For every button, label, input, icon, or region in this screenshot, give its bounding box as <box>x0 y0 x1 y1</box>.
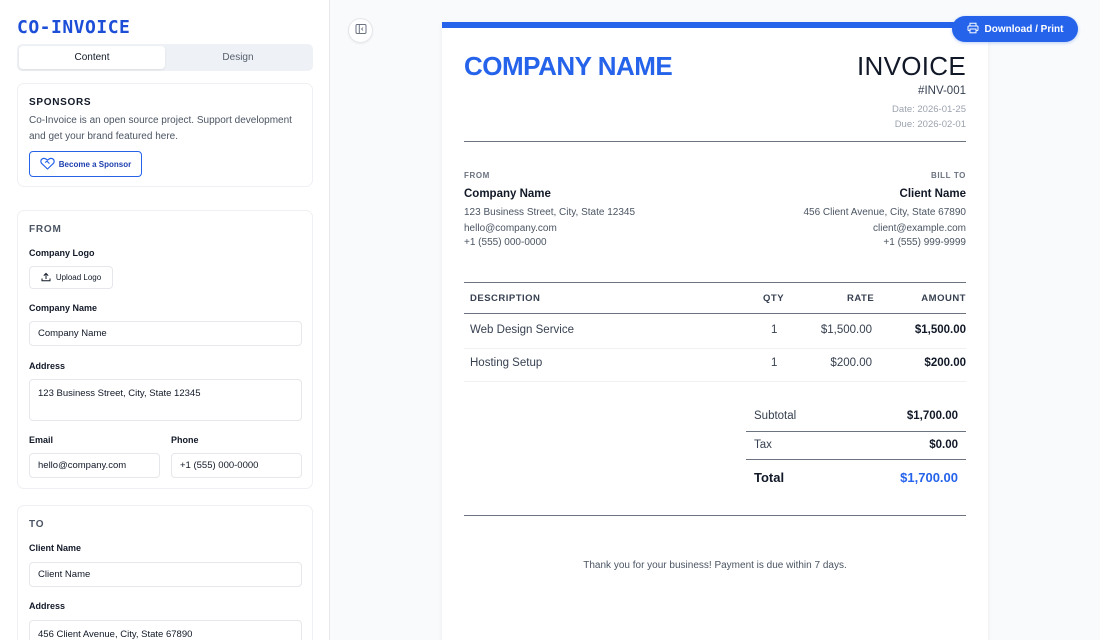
item-amount: $200.00 <box>924 357 966 369</box>
bill-to-address: 456 Client Avenue, City, State 67890 <box>803 207 966 218</box>
from-address: 123 Business Street, City, State 12345 <box>464 207 636 218</box>
email-input[interactable]: hello@company.com <box>29 453 160 478</box>
client-address-textarea[interactable]: 456 Client Avenue, City, State 67890 <box>29 620 302 640</box>
sponsors-text: Co-Invoice is an open source project. Su… <box>29 115 292 142</box>
subtotal-label: Subtotal <box>754 410 797 422</box>
company-name-label: Company Name <box>29 303 98 313</box>
invoice-date: Date: 2026-01-25 <box>892 104 966 115</box>
company-name-input[interactable]: Company Name <box>29 321 302 346</box>
app-brand: CO-INVOICE <box>17 17 131 38</box>
tab-design[interactable]: Design <box>165 46 311 69</box>
bill-to-email: client@example.com <box>873 223 966 234</box>
company-logo-label: Company Logo <box>29 248 95 258</box>
column-header-qty: QTY <box>763 293 785 304</box>
column-header-amount: AMOUNT <box>921 293 966 304</box>
upload-icon <box>41 272 51 284</box>
table-header-divider <box>464 313 966 314</box>
from-phone: +1 (555) 000-0000 <box>464 237 547 248</box>
printer-icon <box>967 22 979 37</box>
bill-to-name: Client Name <box>899 188 966 200</box>
client-name-input[interactable]: Client Name <box>29 562 302 587</box>
email-label: Email <box>29 435 54 445</box>
upload-logo-label: Upload Logo <box>55 273 102 282</box>
invoice-preview: COMPANY NAME INVOICE #INV-001 Date: 2026… <box>442 22 988 640</box>
phone-label: Phone <box>171 435 199 445</box>
tax-divider <box>746 459 966 460</box>
from-heading: FROM <box>464 171 490 180</box>
item-amount: $1,500.00 <box>914 324 966 336</box>
tax-value: $0.00 <box>929 439 958 451</box>
client-address-label: Address <box>29 601 66 611</box>
invoice-accent-bar <box>442 22 988 28</box>
item-description: Web Design Service <box>470 324 574 336</box>
upload-logo-button[interactable]: Upload Logo <box>29 266 113 289</box>
to-section-title: TO <box>29 519 45 530</box>
heart-handshake-icon <box>40 157 55 172</box>
tab-bar: Content Design <box>17 44 313 71</box>
invoice-due-date: Due: 2026-02-01 <box>894 119 966 130</box>
from-form-card: FROM Company Logo Upload Logo Company Na… <box>17 210 313 489</box>
column-header-description: DESCRIPTION <box>470 293 541 304</box>
invoice-company-title: COMPANY NAME <box>464 51 673 81</box>
invoice-footer-note: Thank you for your business! Payment is … <box>583 560 847 571</box>
tax-label: Tax <box>754 439 772 451</box>
become-sponsor-label: Become a Sponsor <box>58 159 132 169</box>
column-header-rate: RATE <box>847 293 875 304</box>
subtotal-value: $1,700.00 <box>906 410 958 422</box>
item-qty: 1 <box>771 357 778 369</box>
row-divider <box>464 381 966 382</box>
item-rate: $1,500.00 <box>820 324 872 336</box>
total-label: Total <box>754 470 785 485</box>
from-email: hello@company.com <box>464 223 557 234</box>
total-value: $1,700.00 <box>900 470 958 485</box>
item-description: Hosting Setup <box>470 357 543 369</box>
sponsors-card: SPONSORS Co-Invoice is an open source pr… <box>17 83 313 187</box>
item-qty: 1 <box>771 324 778 336</box>
from-section-title: FROM <box>29 224 62 235</box>
header-divider <box>464 141 966 142</box>
download-print-label: Download / Print <box>984 23 1064 35</box>
tab-content[interactable]: Content <box>19 46 165 69</box>
sponsors-title: SPONSORS <box>29 97 92 108</box>
sidebar-toggle-icon <box>355 22 367 40</box>
table-top-divider <box>464 282 966 283</box>
bill-to-heading: BILL TO <box>930 171 966 180</box>
phone-input[interactable]: +1 (555) 000-0000 <box>171 453 302 478</box>
sidebar-toggle-button[interactable] <box>348 18 373 43</box>
bill-to-phone: +1 (555) 999-9999 <box>883 237 966 248</box>
client-name-label: Client Name <box>29 543 82 553</box>
row-divider <box>464 348 966 349</box>
from-address-label: Address <box>29 361 66 371</box>
from-address-textarea[interactable]: 123 Business Street, City, State 12345 <box>29 379 302 421</box>
invoice-number: #INV-001 <box>918 85 966 97</box>
download-print-button[interactable]: Download / Print <box>952 16 1078 42</box>
sidebar: CO-INVOICE Content Design SPONSORS Co-In… <box>0 0 330 640</box>
subtotal-divider <box>746 431 966 432</box>
footer-divider <box>464 515 966 516</box>
to-form-card: TO Client Name Client Name Address 456 C… <box>17 505 313 640</box>
from-company-name: Company Name <box>464 188 551 200</box>
invoice-title: INVOICE <box>856 51 966 81</box>
item-rate: $200.00 <box>830 357 872 369</box>
become-sponsor-button[interactable]: Become a Sponsor <box>29 151 142 177</box>
